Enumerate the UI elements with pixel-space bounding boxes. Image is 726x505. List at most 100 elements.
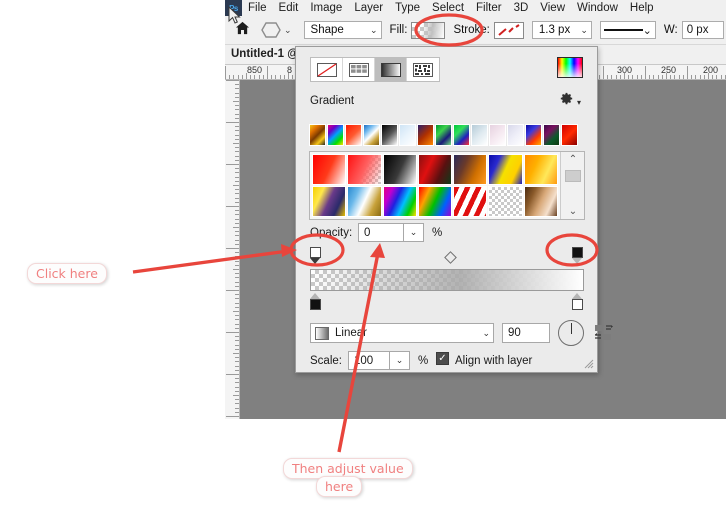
no-fill-icon[interactable]: [311, 58, 343, 81]
gradient-preset-swatch[interactable]: [381, 124, 398, 146]
ruler-tick: [235, 134, 239, 136]
gradient-preset-grid[interactable]: [310, 152, 560, 219]
gradient-preset-swatch[interactable]: [312, 154, 347, 185]
preset-scrollbar[interactable]: ⌃ ⌄: [560, 152, 584, 219]
gradient-preset-swatch[interactable]: [327, 124, 344, 146]
ruler-tick: [235, 294, 239, 296]
scroll-up-icon[interactable]: ⌃: [561, 154, 585, 165]
shape-mode-select[interactable]: Shape ⌄: [303, 21, 382, 39]
gradient-preset-swatch[interactable]: [488, 186, 523, 217]
pattern-icon[interactable]: [407, 58, 439, 81]
gradient-preset-swatch[interactable]: [471, 124, 488, 146]
menu-item-layer[interactable]: Layer: [348, 0, 389, 16]
gradient-preset-swatch[interactable]: [347, 186, 382, 217]
shape-tool-picker[interactable]: ⌄: [261, 21, 292, 39]
reverse-gradient-icon[interactable]: [594, 323, 614, 346]
width-input[interactable]: 0 px: [681, 21, 724, 39]
stroke-style-select[interactable]: ⌄: [599, 21, 656, 39]
color-stop-right[interactable]: [572, 293, 584, 310]
gradient-preset-swatch[interactable]: [488, 154, 523, 185]
gradient-preset-swatch[interactable]: [453, 154, 488, 185]
gradient-preset-swatch[interactable]: [345, 124, 362, 146]
stroke-width-select[interactable]: 1.3 px ⌄: [531, 21, 592, 39]
gradient-preset-swatch[interactable]: [507, 124, 524, 146]
ruler-tick: [235, 344, 239, 346]
ruler-tick: [226, 332, 239, 333]
ruler-tick: [235, 273, 239, 275]
ruler-tick: [226, 374, 239, 375]
gradient-preset-swatch[interactable]: [399, 124, 416, 146]
menu-item-file[interactable]: File: [242, 0, 273, 16]
gradient-section-title: Gradient: [310, 95, 355, 107]
scroll-down-icon[interactable]: ⌄: [561, 206, 585, 217]
menu-item-edit[interactable]: Edit: [273, 0, 305, 16]
gear-icon[interactable]: ▾: [560, 92, 581, 108]
solid-line-icon: [603, 29, 643, 31]
menu-item-select[interactable]: Select: [426, 0, 470, 16]
ruler-tick: [687, 66, 688, 79]
gradient-preset-strip[interactable]: [309, 124, 585, 146]
menu-item-window[interactable]: Window: [571, 0, 624, 16]
ruler-tick: [279, 75, 281, 79]
gradient-preset-swatch[interactable]: [309, 124, 326, 146]
menu-item-type[interactable]: Type: [389, 0, 426, 16]
stroke-swatch-button[interactable]: [493, 21, 524, 39]
gradient-preset-swatch[interactable]: [453, 124, 470, 146]
chevron-down-icon[interactable]: ⌄: [284, 25, 292, 36]
callout-adjust-line2: here: [316, 476, 363, 497]
gradient-preset-swatch[interactable]: [435, 124, 452, 146]
midpoint-diamond-icon[interactable]: [444, 251, 457, 264]
chevron-down-icon: ⌄: [580, 24, 588, 35]
scrollbar-thumb[interactable]: [565, 170, 581, 182]
gradient-preset-swatch[interactable]: [312, 186, 347, 217]
vertical-ruler[interactable]: [225, 80, 240, 419]
opacity-input[interactable]: 0: [358, 223, 404, 242]
gradient-preset-swatch[interactable]: [417, 154, 453, 185]
ruler-tick: [235, 193, 239, 195]
document-tab[interactable]: Untitled-1 @: [231, 48, 298, 60]
gradient-preset-swatch[interactable]: [523, 186, 558, 217]
gradient-preset-swatch[interactable]: [453, 186, 488, 217]
ruler-tick: [226, 80, 239, 81]
gradient-preset-swatch[interactable]: [543, 124, 560, 146]
ruler-tick: [235, 155, 239, 157]
opacity-dropdown-icon[interactable]: ⌄: [404, 223, 424, 242]
ruler-tick: [235, 176, 239, 178]
ruler-tick: [235, 306, 239, 308]
gradient-type-select[interactable]: Linear ⌄: [310, 323, 494, 343]
scale-dropdown-icon[interactable]: ⌄: [390, 351, 410, 370]
opacity-stop-right[interactable]: [572, 247, 584, 264]
menu-item-3d[interactable]: 3D: [508, 0, 535, 16]
angle-input[interactable]: 90: [502, 323, 550, 343]
scale-input[interactable]: 100: [348, 351, 390, 370]
align-with-layer-checkbox[interactable]: ✓: [436, 352, 449, 365]
gradient-preset-swatch[interactable]: [363, 124, 380, 146]
gradient-preset-swatch[interactable]: [417, 186, 453, 217]
ruler-tick: [628, 75, 630, 79]
gradient-preset-swatch[interactable]: [382, 186, 417, 217]
ruler-tick-label: 850: [247, 65, 263, 75]
solid-color-icon[interactable]: [343, 58, 375, 81]
gradient-preset-swatch[interactable]: [382, 154, 417, 185]
menu-item-view[interactable]: View: [534, 0, 571, 16]
fill-swatch-button[interactable]: [411, 21, 446, 39]
gradient-preset-swatch[interactable]: [417, 124, 434, 146]
gradient-icon[interactable]: [375, 58, 407, 81]
gradient-preset-swatch[interactable]: [523, 154, 558, 185]
gradient-preset-swatch[interactable]: [561, 124, 578, 146]
ruler-tick: [235, 319, 239, 321]
color-picker-icon[interactable]: [557, 57, 583, 78]
ruler-tick: [241, 75, 243, 79]
resize-grip-icon[interactable]: [584, 359, 594, 369]
menu-item-help[interactable]: Help: [624, 0, 660, 16]
gradient-preset-swatch[interactable]: [525, 124, 542, 146]
color-stop-left[interactable]: [310, 293, 322, 310]
gradient-preset-swatch[interactable]: [347, 154, 382, 185]
angle-dial-icon[interactable]: [558, 320, 584, 346]
gradient-preset-swatch[interactable]: [489, 124, 506, 146]
opacity-stop-left[interactable]: [310, 247, 322, 264]
menu-item-filter[interactable]: Filter: [470, 0, 508, 16]
gradient-preview-bar[interactable]: [310, 269, 584, 291]
ruler-tick: [649, 75, 651, 79]
menu-item-image[interactable]: Image: [304, 0, 348, 16]
